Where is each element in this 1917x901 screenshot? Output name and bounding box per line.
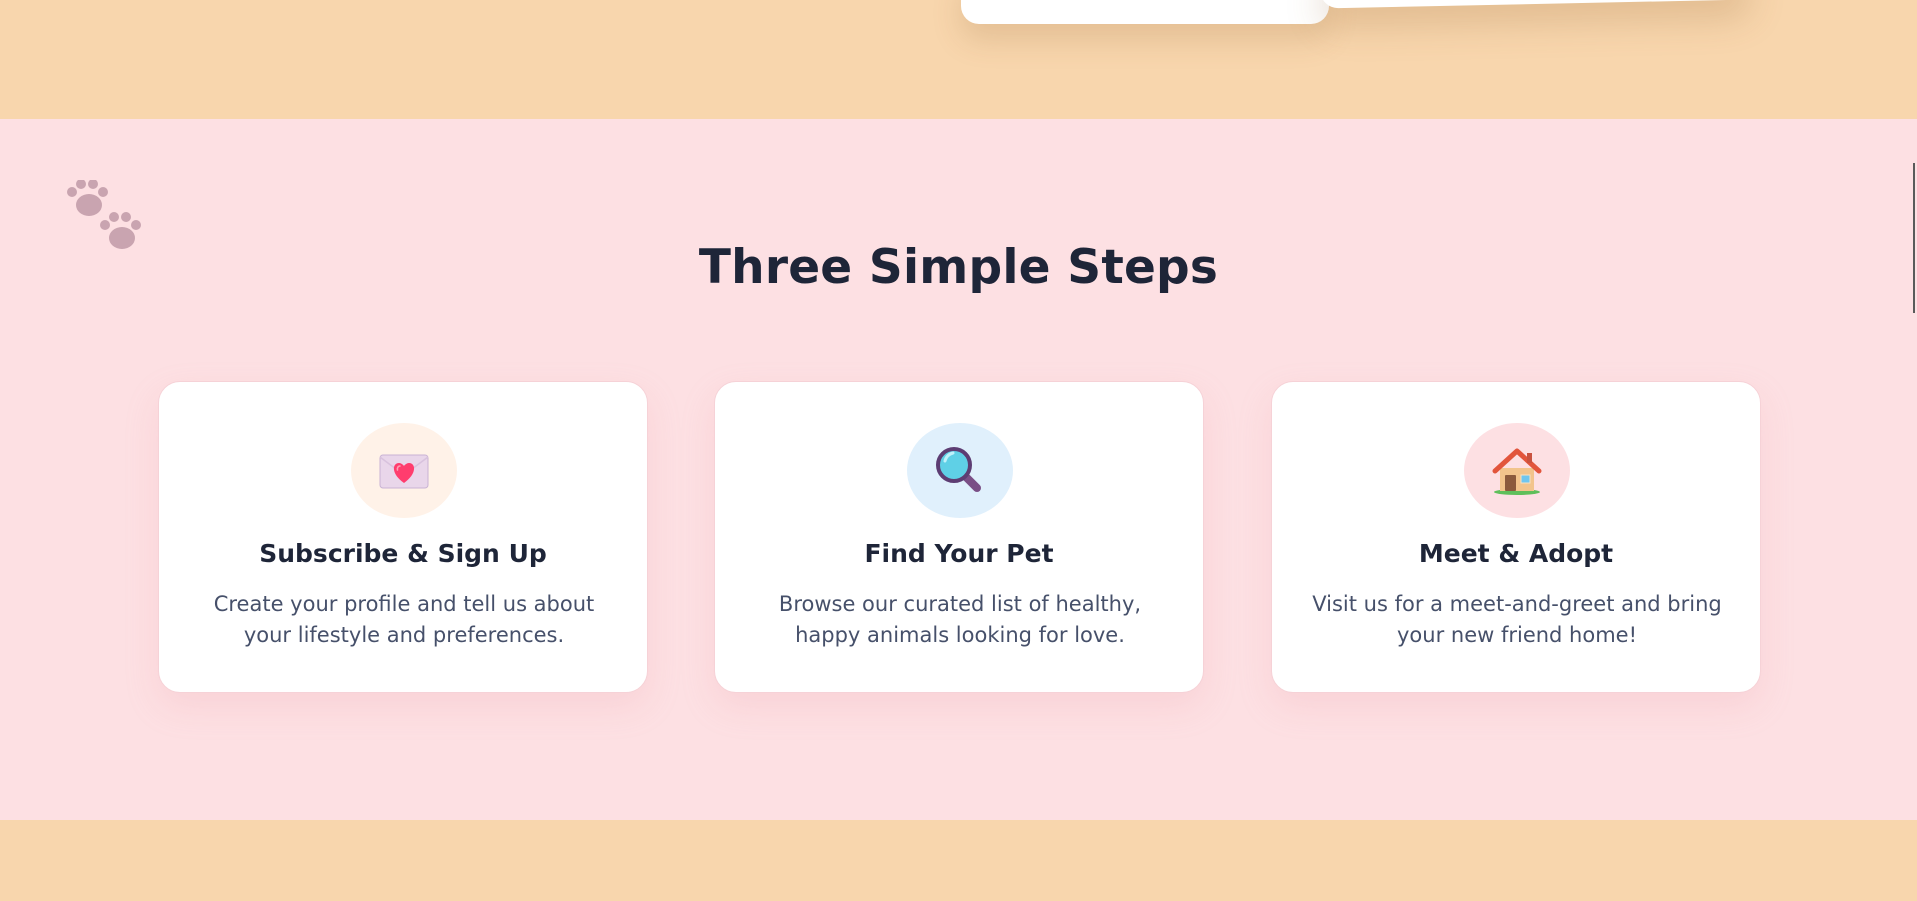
step-description: Visit us for a meet-and-greet and bring … [1312,592,1722,647]
love-letter-icon [379,454,429,488]
step-card-subscribe: Subscribe & Sign Up Create your profile … [158,381,648,693]
step-card-adopt: Meet & Adopt Visit us for a meet-and-gre… [1271,381,1761,693]
section-title: Three Simple Steps [698,240,1219,295]
step-description: Browse our curated list of healthy, happ… [778,592,1142,647]
next-section-top [0,820,1917,901]
page: Three Simple Steps Subscribe & Sign Up C… [0,0,1917,901]
hero-section-bottom [0,0,1917,119]
step-card-find: Find Your Pet Browse our curated list of… [714,381,1204,693]
magnifying-glass-icon [936,446,981,492]
step-icon-circle [907,423,1013,518]
house-icon [1492,448,1542,495]
step-title: Meet & Adopt [1418,539,1614,568]
hero-card-tilted [1319,0,1751,9]
step-icon-circle [1464,423,1570,518]
step-title: Find Your Pet [864,539,1054,568]
step-icon-circle [351,423,457,518]
hero-card [961,0,1329,24]
step-description: Create your profile and tell us about yo… [213,592,595,647]
step-title: Subscribe & Sign Up [259,539,547,568]
